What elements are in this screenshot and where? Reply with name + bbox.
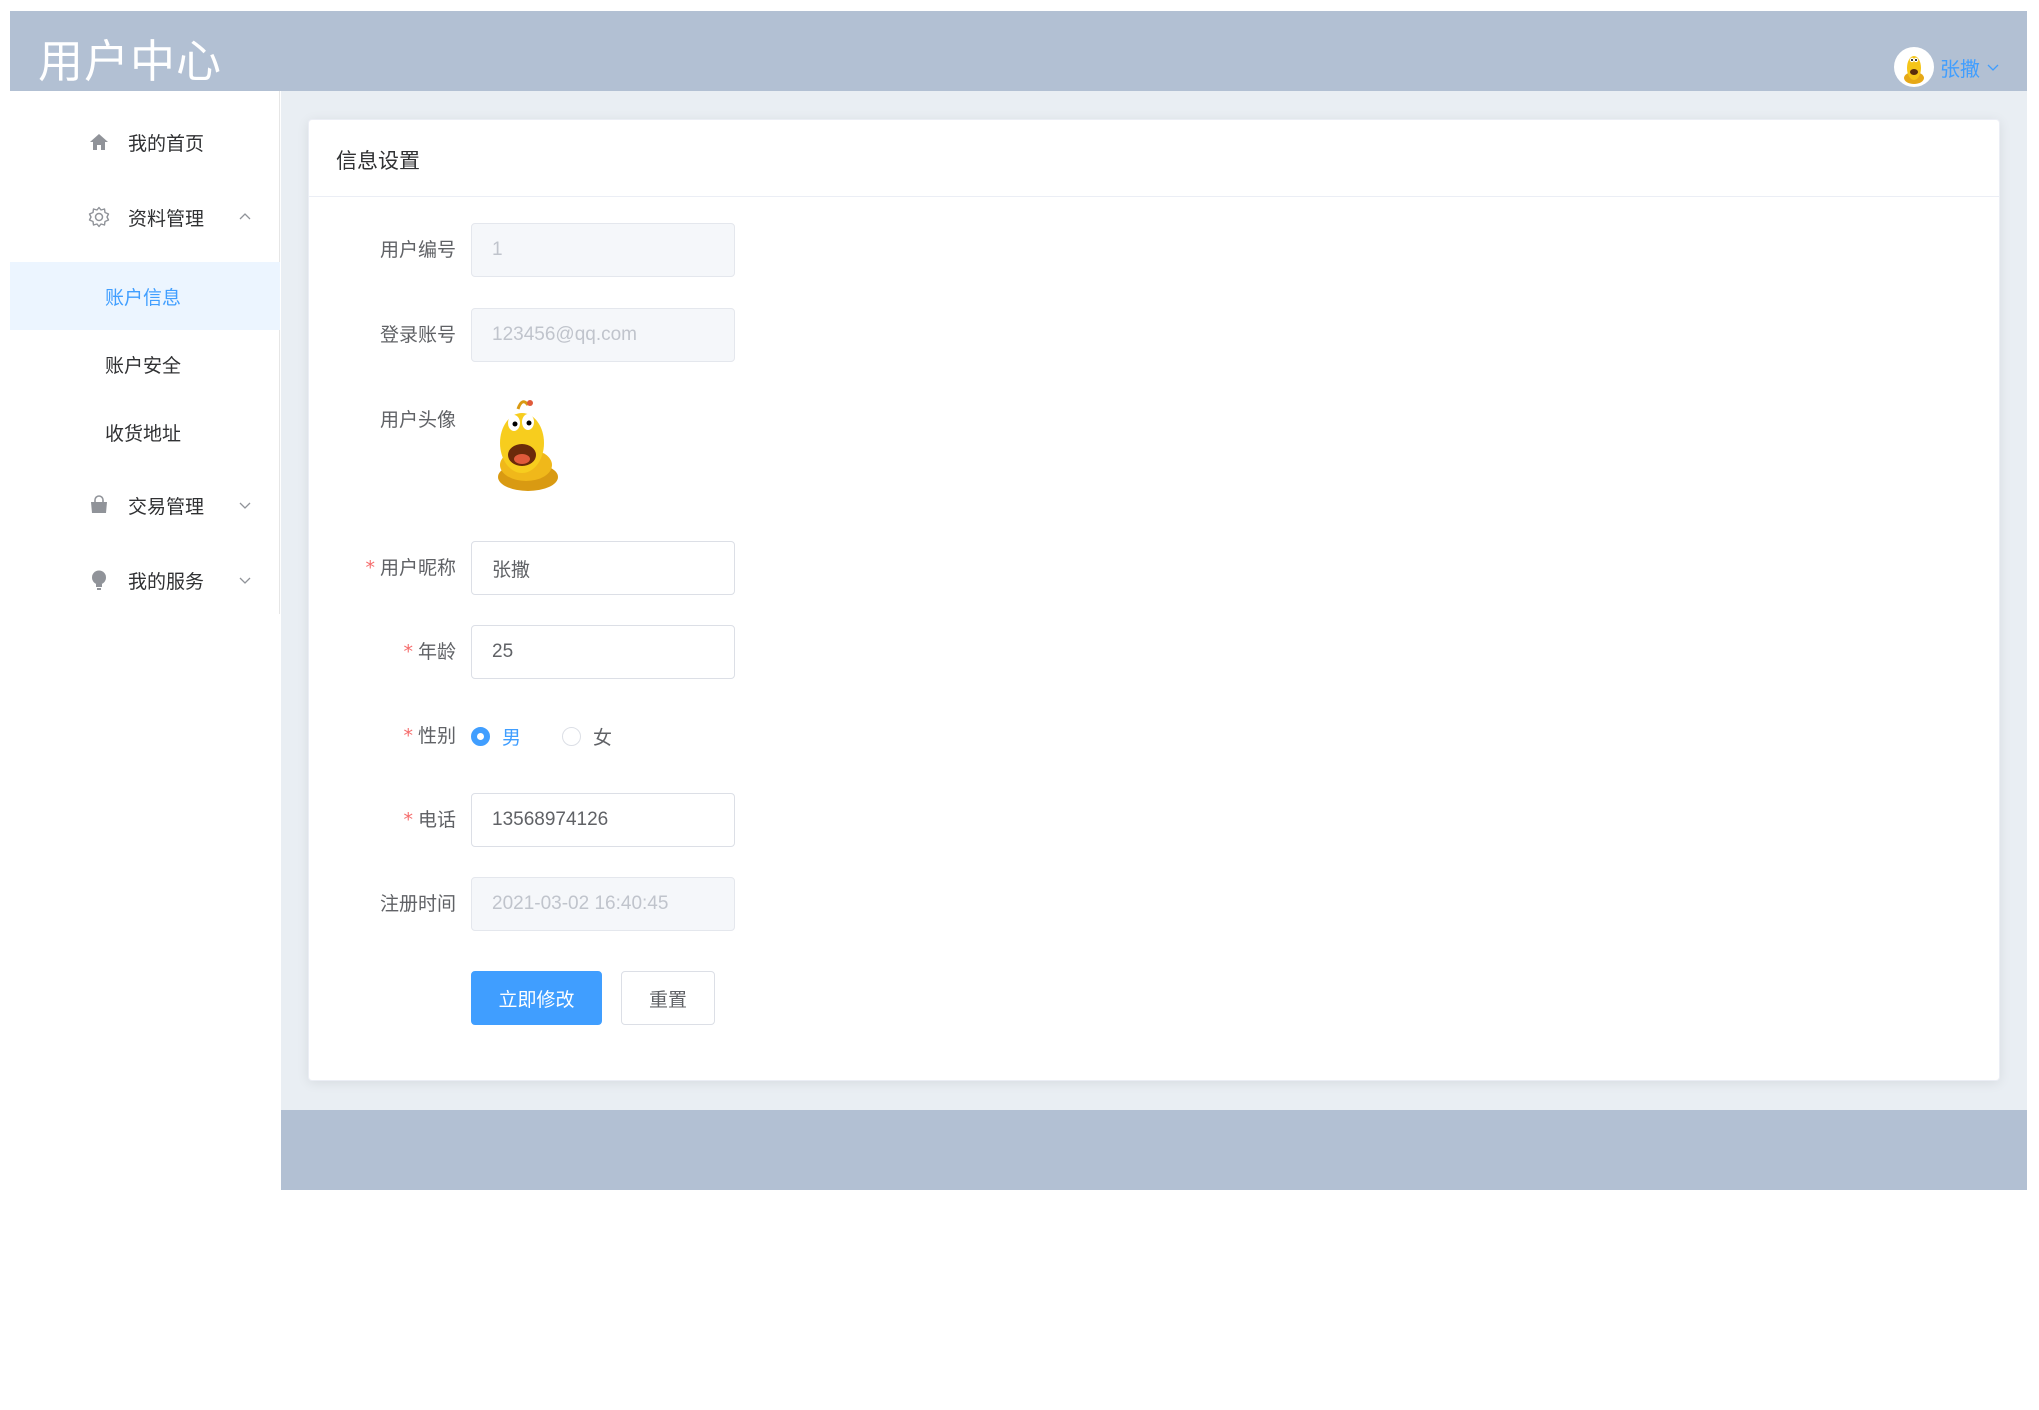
form-row-avatar: 用户头像 bbox=[309, 393, 1999, 497]
age-label: * 年龄 bbox=[403, 625, 456, 679]
avatar-uploader[interactable] bbox=[471, 393, 575, 497]
sidebar-item-profile-management[interactable]: 资料管理 bbox=[10, 187, 280, 247]
user-id-input bbox=[471, 223, 735, 277]
gender-radio-female[interactable]: 女 bbox=[562, 709, 612, 763]
chevron-down-icon bbox=[1987, 64, 1999, 71]
card-title: 信息设置 bbox=[336, 149, 420, 173]
nickname-label: * 用户昵称 bbox=[365, 541, 456, 595]
login-account-input bbox=[471, 308, 735, 362]
required-asterisk: * bbox=[403, 809, 413, 831]
sidebar-item-label: 我的首页 bbox=[128, 132, 205, 155]
avatar-label: 用户头像 bbox=[380, 393, 456, 447]
label-text: 用户头像 bbox=[379, 409, 456, 431]
radio-label: 女 bbox=[593, 726, 613, 749]
sidebar-subitem-label: 收货地址 bbox=[105, 422, 182, 445]
label-text: 登录账号 bbox=[379, 324, 456, 346]
submit-button[interactable]: 立即修改 bbox=[471, 971, 602, 1025]
sidebar-item-label: 我的服务 bbox=[128, 570, 205, 593]
page-footer bbox=[281, 1110, 2027, 1190]
login-account-label: 登录账号 bbox=[380, 308, 456, 362]
label-text: 性别 bbox=[417, 725, 456, 747]
sidebar-subitem-label: 账户信息 bbox=[105, 286, 182, 309]
form-row-age: * 年龄 bbox=[309, 625, 1999, 679]
chevron-up-icon bbox=[239, 213, 251, 220]
card-header: 信息设置 bbox=[309, 120, 1999, 197]
shopping-bag-icon bbox=[88, 494, 110, 516]
app-title: 用户中心 bbox=[38, 35, 223, 88]
gender-radio-male[interactable]: 男 bbox=[471, 709, 521, 763]
user-id-label: 用户编号 bbox=[380, 223, 456, 277]
radio-circle bbox=[471, 726, 490, 746]
sidebar-item-home[interactable]: 我的首页 bbox=[10, 112, 280, 172]
phone-label: * 电话 bbox=[403, 793, 456, 847]
phone-input[interactable] bbox=[471, 793, 735, 847]
lightbulb-icon bbox=[88, 569, 110, 591]
user-menu-dropdown[interactable]: 张撒 bbox=[1894, 47, 2000, 87]
register-time-label: 注册时间 bbox=[380, 877, 456, 931]
info-settings-card: 信息设置 用户编号 登录账号 用户头像 bbox=[308, 119, 2000, 1081]
label-text: 用户昵称 bbox=[379, 557, 456, 579]
home-icon bbox=[88, 131, 110, 153]
user-name: 张撒 bbox=[1940, 56, 1980, 81]
sidebar-item-label: 交易管理 bbox=[128, 495, 205, 518]
label-text: 用户编号 bbox=[379, 239, 456, 261]
reset-button[interactable]: 重置 bbox=[621, 971, 715, 1025]
top-header: 用户中心 张撒 bbox=[10, 11, 2027, 91]
sidebar-item-my-services[interactable]: 我的服务 bbox=[10, 550, 280, 610]
register-time-input bbox=[471, 877, 735, 931]
sidebar-subitem-shipping-address[interactable]: 收货地址 bbox=[10, 398, 280, 466]
form-row-gender: * 性别 男 女 bbox=[309, 709, 1999, 763]
label-text: 注册时间 bbox=[379, 893, 456, 915]
radio-circle bbox=[562, 726, 581, 746]
required-asterisk: * bbox=[403, 641, 413, 663]
gender-label: * 性别 bbox=[403, 709, 456, 763]
gear-icon bbox=[88, 206, 110, 228]
required-asterisk: * bbox=[365, 557, 375, 579]
form-actions: 立即修改 重置 bbox=[309, 971, 1999, 1025]
form-row-login-account: 登录账号 bbox=[309, 308, 1999, 362]
chevron-down-icon bbox=[239, 577, 251, 584]
sidebar-item-trade-management[interactable]: 交易管理 bbox=[10, 475, 280, 535]
required-asterisk: * bbox=[403, 725, 413, 747]
label-text: 年龄 bbox=[417, 641, 456, 663]
sidebar-item-label: 资料管理 bbox=[128, 207, 205, 230]
sidebar-subitem-account-security[interactable]: 账户安全 bbox=[10, 330, 280, 398]
form-row-register-time: 注册时间 bbox=[309, 877, 1999, 931]
radio-label: 男 bbox=[502, 726, 522, 749]
sidebar-subitem-label: 账户安全 bbox=[105, 354, 182, 377]
larva-avatar-icon bbox=[498, 400, 558, 491]
label-text: 电话 bbox=[417, 809, 456, 831]
nickname-input[interactable] bbox=[471, 541, 735, 595]
form-row-user-id: 用户编号 bbox=[309, 223, 1999, 277]
form-row-nickname: * 用户昵称 bbox=[309, 541, 1999, 595]
chevron-down-icon bbox=[239, 502, 251, 509]
age-input[interactable] bbox=[471, 625, 735, 679]
form-row-phone: * 电话 bbox=[309, 793, 1999, 847]
larva-avatar-icon bbox=[1894, 47, 1934, 87]
sidebar-subitem-account-info[interactable]: 账户信息 bbox=[10, 262, 280, 330]
sidebar-menu: 我的首页 资料管理 账户信息 账户安全 收货地址 交易管理 我的服务 bbox=[10, 91, 280, 614]
